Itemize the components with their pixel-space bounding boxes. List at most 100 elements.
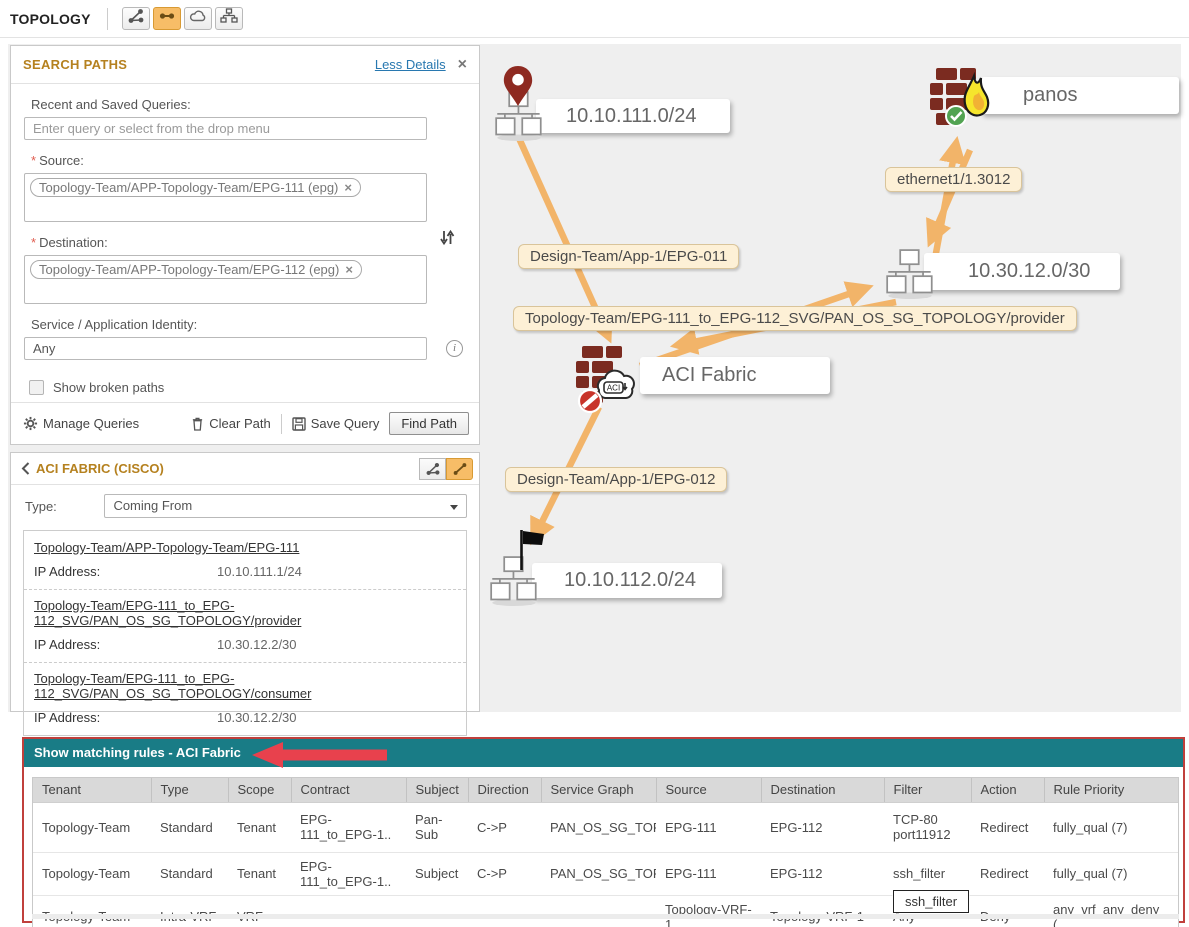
ip-address-value: 10.30.12.2/30	[217, 637, 297, 652]
rules-column-header: Scope	[228, 778, 291, 802]
horizontal-scrollbar[interactable]	[32, 914, 1179, 919]
page-title: TOPOLOGY	[0, 11, 91, 27]
diagonal-link-icon	[452, 462, 468, 476]
aci-entry-link[interactable]: Topology-Team/EPG-111_to_EPG-112_SVG/PAN…	[34, 598, 456, 628]
swap-arrows-icon	[439, 228, 455, 247]
destination-field[interactable]: Topology-Team/APP-Topology-Team/EPG-112 …	[24, 255, 427, 304]
ip-address-value: 10.30.12.2/30	[217, 710, 297, 725]
rule-cell: Intra-VRF	[151, 895, 228, 927]
type-select[interactable]: Coming From	[104, 494, 467, 518]
rule-cell	[291, 895, 406, 927]
node-label: 10.30.12.0/30	[968, 260, 1090, 283]
less-details-link[interactable]: Less Details	[375, 57, 446, 72]
rule-row[interactable]: Topology-TeamStandardTenantEPG-111_to_EP…	[33, 852, 1178, 895]
node-transit-subnet[interactable]: 10.30.12.0/30	[924, 253, 1120, 290]
node-aci-fabric[interactable]: ACI Fabric	[640, 357, 830, 394]
node-label: 10.10.111.0/24	[566, 105, 697, 128]
rule-cell: Standard	[151, 852, 228, 895]
cloud-view-icon	[189, 8, 207, 29]
cloud-view-button[interactable]	[184, 7, 212, 30]
source-pin-icon	[502, 65, 534, 112]
search-paths-title: SEARCH PATHS	[23, 57, 375, 72]
path-view-button[interactable]	[153, 7, 181, 30]
rule-cell: EPG-112	[761, 852, 884, 895]
aci-entry: Topology-Team/EPG-111_to_EPG-112_SVG/PAN…	[24, 589, 466, 662]
rule-cell: EPG-111	[656, 802, 761, 852]
rule-cell: Tenant	[228, 852, 291, 895]
rules-column-header: Rule Priority	[1044, 778, 1178, 802]
rule-cell: Topology-Team	[33, 895, 151, 927]
rules-column-header: Service Graph	[541, 778, 656, 802]
ip-address-label: IP Address:	[34, 564, 217, 579]
rule-cell: Deny	[971, 895, 1044, 927]
rules-column-header: Direction	[468, 778, 541, 802]
sitemap-view-button[interactable]	[215, 7, 243, 30]
close-icon[interactable]: ×	[458, 58, 467, 72]
edge-label-ethernet: ethernet1/1.3012	[885, 167, 1022, 192]
graph-toggle-button[interactable]	[419, 458, 446, 480]
remove-source-tag-icon[interactable]: ×	[344, 180, 352, 195]
remove-destination-tag-icon[interactable]: ×	[345, 262, 353, 277]
node-label: ACI Fabric	[662, 364, 756, 387]
rules-column-header: Subject	[406, 778, 468, 802]
rule-row[interactable]: Topology-TeamIntra-VRFVRFTopology-VRF-1T…	[33, 895, 1178, 927]
rule-row[interactable]: Topology-TeamStandardTenantEPG-111_to_EP…	[33, 802, 1178, 852]
graph-icon	[425, 462, 441, 476]
node-destination-subnet[interactable]: 10.10.112.0/24	[532, 563, 722, 598]
type-label: Type:	[25, 499, 104, 514]
aci-fabric-panel: ACI FABRIC (CISCO) Type: Coming From Top…	[10, 452, 480, 712]
manage-queries-button[interactable]: Manage Queries	[23, 416, 139, 431]
aci-entry: Topology-Team/EPG-111_to_EPG-112_SVG/PAN…	[24, 662, 466, 735]
graph-view-button[interactable]	[122, 7, 150, 30]
matching-rules-panel: Show matching rules - ACI Fabric TenantT…	[22, 737, 1185, 923]
destination-flag-icon	[516, 528, 546, 577]
rules-column-header: Contract	[291, 778, 406, 802]
node-source-subnet[interactable]: 10.10.111.0/24	[536, 99, 730, 133]
save-query-button[interactable]: Save Query	[292, 416, 380, 431]
rule-cell: Topology-Team	[33, 852, 151, 895]
collapse-chevron-icon[interactable]	[21, 462, 30, 475]
aci-entry-link[interactable]: Topology-Team/APP-Topology-Team/EPG-111	[34, 540, 299, 555]
firewall-flame-icon	[930, 66, 994, 137]
annotation-arrow-icon	[252, 742, 387, 768]
rule-cell: Redirect	[971, 802, 1044, 852]
type-selected-value: Coming From	[113, 498, 192, 513]
aci-entry-link[interactable]: Topology-Team/EPG-111_to_EPG-112_SVG/PAN…	[34, 671, 456, 701]
rules-column-header: Source	[656, 778, 761, 802]
node-panos[interactable]: panos	[981, 77, 1179, 114]
rule-cell: EPG-111_to_EPG-1..	[291, 852, 406, 895]
rule-cell	[406, 895, 468, 927]
gear-icon	[23, 416, 38, 431]
destination-label: *Destination:	[31, 235, 479, 250]
search-paths-panel: SEARCH PATHS Less Details × Recent and S…	[10, 45, 480, 445]
service-label: Service / Application Identity:	[31, 317, 479, 332]
source-tag: Topology-Team/APP-Topology-Team/EPG-111 …	[30, 178, 361, 197]
sitemap-view-icon	[220, 8, 238, 29]
link-toggle-button[interactable]	[446, 458, 473, 480]
rule-cell: C->P	[468, 802, 541, 852]
toolbar-divider	[107, 8, 108, 30]
rule-cell: Topology-Team	[33, 802, 151, 852]
rule-cell	[468, 895, 541, 927]
rule-cell: EPG-111	[656, 852, 761, 895]
service-input[interactable]	[24, 337, 427, 360]
rules-column-header: Tenant	[33, 778, 151, 802]
rule-cell: PAN_OS_SG_TOPO..	[541, 852, 656, 895]
clear-path-button[interactable]: Clear Path	[191, 416, 270, 431]
show-broken-paths-checkbox[interactable]	[29, 380, 44, 395]
swap-source-destination-button[interactable]	[439, 228, 455, 252]
find-path-button[interactable]: Find Path	[389, 412, 469, 435]
rule-cell: EPG-111_to_EPG-1..	[291, 802, 406, 852]
rule-cell: C->P	[468, 852, 541, 895]
node-label: 10.10.112.0/24	[564, 569, 696, 592]
recent-queries-input[interactable]	[24, 117, 427, 140]
show-broken-paths-label: Show broken paths	[53, 380, 164, 395]
source-field[interactable]: Topology-Team/APP-Topology-Team/EPG-111 …	[24, 173, 427, 222]
ip-address-label: IP Address:	[34, 710, 217, 725]
rules-column-header: Type	[151, 778, 228, 802]
required-asterisk: *	[31, 153, 36, 168]
rules-column-header: Filter	[884, 778, 971, 802]
info-icon[interactable]: i	[446, 340, 463, 357]
ip-address-value: 10.10.111.1/24	[217, 564, 302, 579]
edge-label-epg012: Design-Team/App-1/EPG-012	[505, 467, 727, 492]
